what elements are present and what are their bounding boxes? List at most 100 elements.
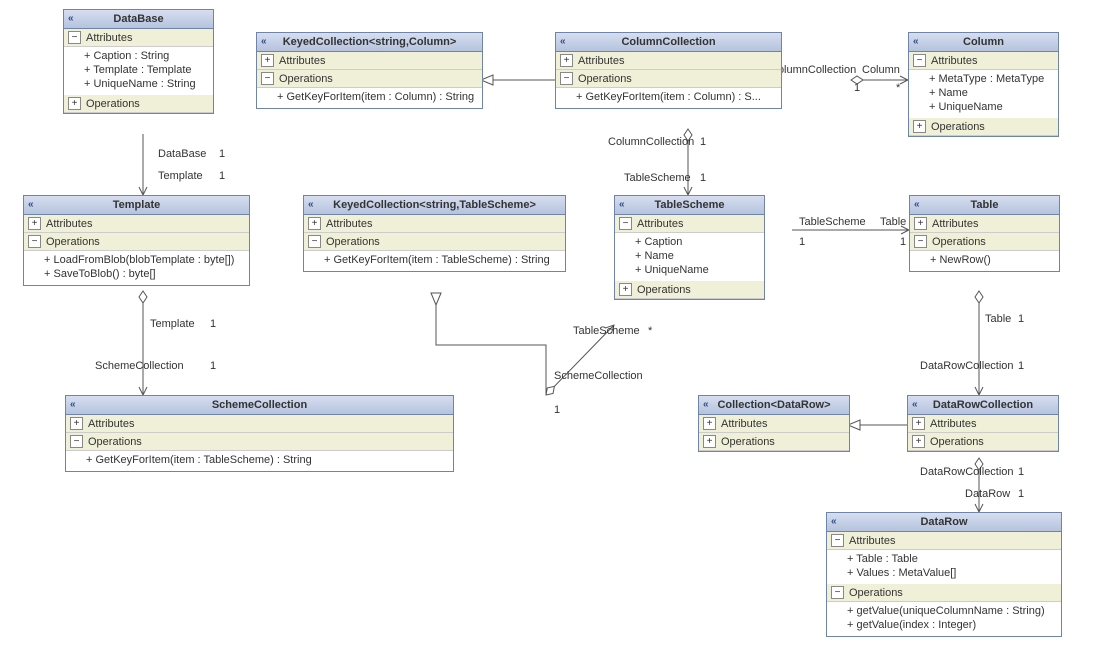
op-list: + GetKeyForItem(item : Column) : String [257,88,482,108]
plus-icon: + [619,283,632,296]
minus-icon: − [619,217,632,230]
assoc-mult-cc: 1 [700,136,706,148]
class-database[interactable]: «DataBase −Attributes + Caption : String… [63,9,214,114]
section-operations[interactable]: +Operations [615,281,764,299]
plus-icon: + [914,217,927,230]
assoc-role-drc2: DataRowCollection [920,466,1014,478]
plus-icon: + [70,417,83,430]
assoc-mult-cc2: 1 [854,82,860,94]
minus-icon: − [28,235,41,248]
section-operations[interactable]: −Operations [556,70,781,88]
assoc-role-cc2: ColumnCollection [770,64,856,76]
class-column[interactable]: «Column −Attributes + MetaType : MetaTyp… [908,32,1059,137]
assoc-mult-schemecoll: 1 [210,360,216,372]
chevron-icon: « [70,399,76,410]
section-attributes[interactable]: +Attributes [556,52,781,70]
section-attributes[interactable]: +Attributes [908,415,1058,433]
minus-icon: − [68,31,81,44]
section-operations[interactable]: −Operations [827,584,1061,602]
class-column-collection[interactable]: «ColumnCollection +Attributes −Operation… [555,32,782,109]
assoc-role-database: DataBase [158,148,206,160]
section-attributes[interactable]: −Attributes [909,52,1058,70]
section-operations[interactable]: −Operations [910,233,1059,251]
chevron-icon: « [560,36,566,47]
assoc-role-schemecoll2: SchemeCollection [554,370,643,382]
class-title: «DataRow [827,513,1061,532]
class-keyed-scheme[interactable]: «KeyedCollection<string,TableScheme> +At… [303,195,566,272]
class-collection-datarow[interactable]: «Collection<DataRow> +Attributes +Operat… [698,395,850,452]
assoc-mult-template: 1 [219,170,225,182]
op-list: + LoadFromBlob(blobTemplate : byte[])+ S… [24,251,249,285]
plus-icon: + [912,417,925,430]
assoc-role-ts3: TableScheme [799,216,866,228]
assoc-role-ts: TableScheme [573,325,640,337]
plus-icon: + [703,417,716,430]
section-attributes[interactable]: +Attributes [257,52,482,70]
class-keyed-column[interactable]: «KeyedCollection<string,Column> +Attribu… [256,32,483,109]
class-title: «KeyedCollection<string,TableScheme> [304,196,565,215]
plus-icon: + [560,54,573,67]
assoc-role-col: Column [862,64,900,76]
assoc-role-tab: Table [880,216,906,228]
attr-list: + Table : Table+ Values : MetaValue[] [827,550,1061,584]
class-datarow-collection[interactable]: «DataRowCollection +Attributes +Operatio… [907,395,1059,452]
assoc-mult-schemecoll2: 1 [554,404,560,416]
class-datarow[interactable]: «DataRow −Attributes + Table : Table+ Va… [826,512,1062,637]
chevron-icon: « [831,516,837,527]
assoc-mult-ts2: 1 [700,172,706,184]
section-attributes[interactable]: +Attributes [304,215,565,233]
class-scheme-collection[interactable]: «SchemeCollection +Attributes −Operation… [65,395,454,472]
assoc-role-schemecoll: SchemeCollection [95,360,184,372]
section-operations[interactable]: −Operations [257,70,482,88]
assoc-mult-drc2: 1 [1018,466,1024,478]
assoc-mult-tab2: 1 [1018,313,1024,325]
assoc-mult-dr: 1 [1018,488,1024,500]
assoc-mult-database: 1 [219,148,225,160]
section-attributes[interactable]: −Attributes [827,532,1061,550]
class-title: «TableScheme [615,196,764,215]
section-attributes[interactable]: −Attributes [64,29,213,47]
plus-icon: + [703,435,716,448]
section-attributes[interactable]: +Attributes [910,215,1059,233]
section-operations[interactable]: −Operations [66,433,453,451]
op-list: + getValue(uniqueColumnName : String)+ g… [827,602,1061,636]
section-operations[interactable]: −Operations [24,233,249,251]
op-list: + NewRow() [910,251,1059,271]
class-title: «Template [24,196,249,215]
section-operations[interactable]: +Operations [64,95,213,113]
assoc-mult-ts: * [648,325,652,337]
class-title: «Table [910,196,1059,215]
assoc-role-cc: ColumnCollection [608,136,694,148]
chevron-icon: « [914,199,920,210]
section-operations[interactable]: +Operations [909,118,1058,136]
section-attributes[interactable]: +Attributes [66,415,453,433]
op-list: + GetKeyForItem(item : TableScheme) : St… [66,451,453,471]
assoc-mult-drc: 1 [1018,360,1024,372]
op-list: + GetKeyForItem(item : Column) : S... [556,88,781,108]
minus-icon: − [914,235,927,248]
section-operations[interactable]: +Operations [699,433,849,451]
plus-icon: + [261,54,274,67]
chevron-icon: « [308,199,314,210]
class-title: «Column [909,33,1058,52]
class-template[interactable]: «Template +Attributes −Operations + Load… [23,195,250,286]
attr-list: + Caption+ Name+ UniqueName [615,233,764,281]
plus-icon: + [28,217,41,230]
chevron-icon: « [912,399,918,410]
minus-icon: − [261,72,274,85]
section-operations[interactable]: +Operations [908,433,1058,451]
section-attributes[interactable]: +Attributes [24,215,249,233]
chevron-icon: « [68,13,74,24]
class-table[interactable]: «Table +Attributes −Operations + NewRow(… [909,195,1060,272]
class-title: «ColumnCollection [556,33,781,52]
section-attributes[interactable]: +Attributes [699,415,849,433]
section-attributes[interactable]: −Attributes [615,215,764,233]
op-list: + GetKeyForItem(item : TableScheme) : St… [304,251,565,271]
class-tablescheme[interactable]: «TableScheme −Attributes + Caption+ Name… [614,195,765,300]
section-operations[interactable]: −Operations [304,233,565,251]
assoc-role-template2: Template [150,318,195,330]
chevron-icon: « [913,36,919,47]
chevron-icon: « [703,399,709,410]
minus-icon: − [560,72,573,85]
class-title: «DataBase [64,10,213,29]
